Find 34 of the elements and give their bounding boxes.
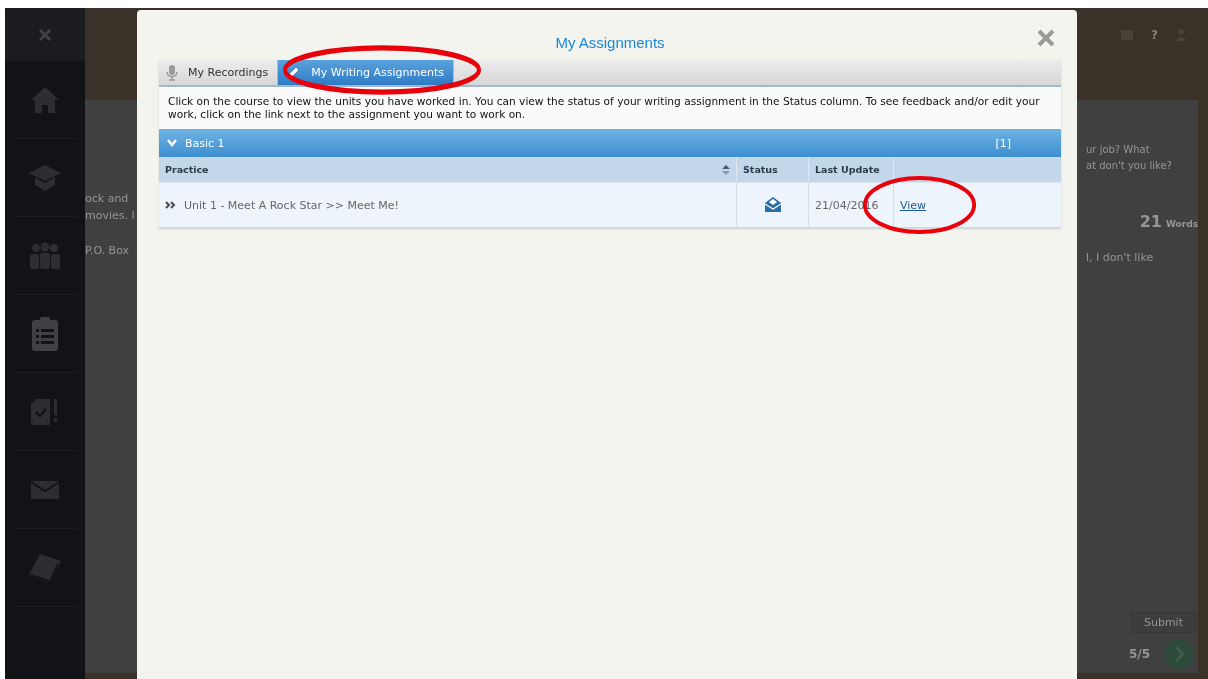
envelope-icon (763, 197, 782, 213)
envelope-icon[interactable] (30, 479, 60, 500)
pencil-icon (285, 64, 302, 81)
word-count: 21 (1139, 212, 1162, 231)
page-counter: 5/5 (1128, 647, 1150, 661)
sort-icon (722, 164, 730, 175)
close-icon[interactable] (1037, 29, 1055, 47)
group-icon[interactable] (29, 241, 61, 270)
view-link[interactable]: View (900, 198, 927, 212)
item-count: [1] (995, 136, 1011, 150)
tab[interactable]: My Writing Assignments (278, 60, 455, 85)
text-fragment: P.O. Box (85, 244, 131, 257)
word-count-label: Words (1165, 219, 1198, 229)
column-header[interactable]: Status (736, 157, 808, 182)
close-icon[interactable] (38, 27, 52, 42)
text-fragment: movies. I (85, 209, 136, 222)
clipboard-list-icon[interactable] (31, 315, 59, 352)
instructions-text: Click on the course to view the units you have worked in. You can view the status of your writing assignment in the Status column. To see feedback and/or edit your work, click on the link next to the assignment you want to work on. (159, 87, 1061, 129)
text-fragment: ock and (85, 192, 130, 205)
microphone-icon (166, 64, 178, 81)
graduation-cap-icon[interactable] (28, 163, 62, 192)
answer-text: l, I don't like (1086, 251, 1154, 264)
double-chevron-icon (165, 201, 176, 209)
practice-link[interactable]: Unit 1 - Meet A Rock Star >> Meet Me! (184, 198, 399, 212)
submit-button[interactable]: Submit (1130, 612, 1196, 633)
document-check-icon[interactable] (30, 397, 60, 426)
question-text: at don't you like? (1086, 159, 1172, 173)
next-button[interactable] (1164, 639, 1194, 669)
house-icon[interactable] (30, 85, 60, 114)
dialog-title: My Assignments (555, 33, 665, 51)
help-link[interactable]: ? (1151, 28, 1158, 42)
column-header[interactable]: Last Update (808, 157, 893, 182)
question-text: ur job? What (1086, 143, 1150, 157)
column-header[interactable]: Practice (159, 157, 736, 182)
